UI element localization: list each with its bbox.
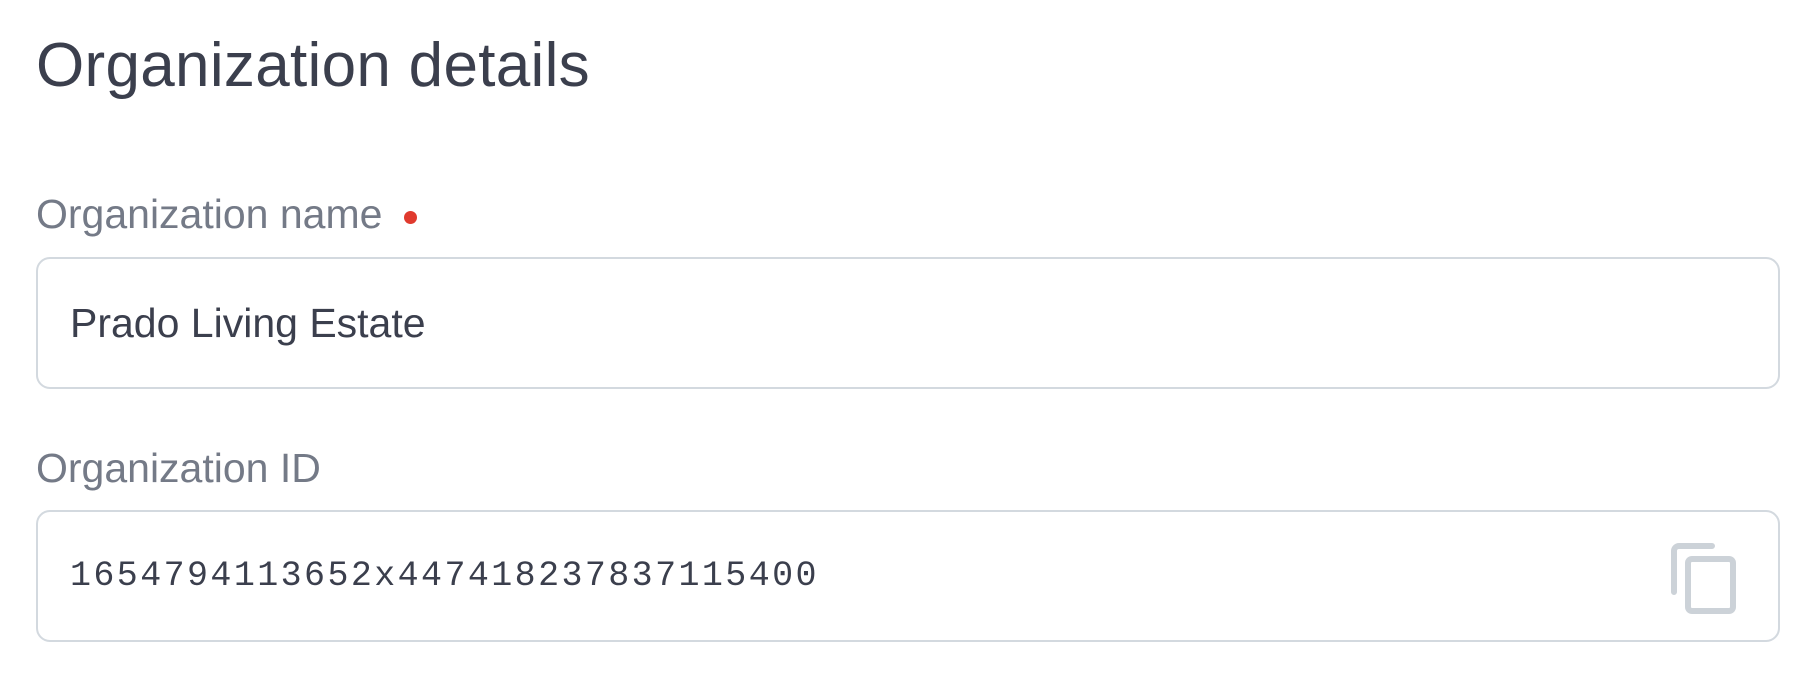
organization-name-label-row: Organization name xyxy=(36,190,418,238)
copy-id-button[interactable] xyxy=(1668,542,1738,614)
organization-id-field: 1654794113652x447418237837115400 xyxy=(36,510,1780,642)
organization-name-field[interactable] xyxy=(36,257,1780,389)
organization-id-label: Organization ID xyxy=(36,445,321,491)
required-indicator-icon xyxy=(404,210,418,224)
copy-icon xyxy=(1671,543,1736,614)
organization-name-input[interactable] xyxy=(70,299,1570,347)
organization-name-label: Organization name xyxy=(36,191,383,237)
organization-id-value: 1654794113652x447418237837115400 xyxy=(70,556,819,596)
organization-details-panel: Organization details Organization name O… xyxy=(0,0,1814,680)
page-title: Organization details xyxy=(36,31,590,100)
